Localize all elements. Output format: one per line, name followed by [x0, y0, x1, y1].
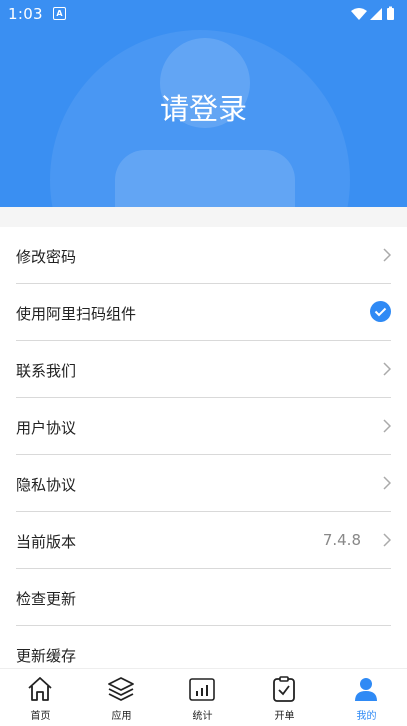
bottom-tab-bar: 首页 应用 统计 开单 我的 — [0, 668, 407, 726]
tab-home[interactable]: 首页 — [0, 669, 81, 726]
section-gap — [0, 207, 407, 227]
signal-icon — [370, 8, 382, 20]
settings-menu: 修改密码 使用阿里扫码组件 联系我们 用户协议 隐私协议 当前版本 7.4.8 — [0, 227, 407, 682]
avatar-body — [115, 150, 295, 207]
clipboard-check-icon — [270, 675, 298, 707]
ali-scan-item[interactable]: 使用阿里扫码组件 — [16, 284, 391, 341]
ali-scan-label: 使用阿里扫码组件 — [16, 305, 137, 323]
login-button[interactable]: 请登录 — [0, 86, 407, 128]
chevron-right-icon — [383, 247, 392, 266]
stats-icon — [188, 675, 216, 707]
status-time: 1:03 — [8, 5, 43, 23]
chevron-right-icon — [383, 418, 392, 437]
notification-a-icon: A — [53, 7, 66, 20]
version-value: 7.4.8 — [322, 531, 361, 549]
user-icon — [352, 675, 380, 707]
tab-apps[interactable]: 应用 — [81, 669, 162, 726]
tab-order-label: 开单 — [274, 711, 295, 722]
tab-stats[interactable]: 统计 — [162, 669, 243, 726]
tab-stats-label: 统计 — [192, 711, 213, 722]
contact-us-item[interactable]: 联系我们 — [16, 341, 392, 398]
tab-order[interactable]: 开单 — [244, 669, 325, 726]
chevron-right-icon — [383, 361, 392, 380]
wifi-icon — [351, 8, 367, 20]
check-update-item[interactable]: 检查更新 — [16, 569, 391, 626]
privacy-agreement-label: 隐私协议 — [16, 476, 77, 494]
contact-us-label: 联系我们 — [16, 362, 77, 380]
chevron-right-icon — [383, 475, 392, 494]
layers-icon — [107, 675, 135, 707]
tab-mine[interactable]: 我的 — [326, 669, 407, 726]
status-bar: 1:03 A — [0, 0, 407, 28]
change-password-item[interactable]: 修改密码 — [16, 227, 392, 284]
profile-header: 请登录 — [0, 0, 407, 207]
current-version-label: 当前版本 — [16, 533, 77, 551]
checked-icon[interactable] — [370, 301, 391, 326]
home-icon — [26, 675, 54, 707]
tab-home-label: 首页 — [30, 711, 51, 722]
user-agreement-item[interactable]: 用户协议 — [16, 398, 392, 455]
tab-mine-label: 我的 — [356, 711, 377, 722]
current-version-item[interactable]: 当前版本 7.4.8 — [16, 512, 392, 569]
tab-apps-label: 应用 — [111, 711, 132, 722]
status-icons — [351, 6, 399, 26]
update-cache-label: 更新缓存 — [16, 647, 77, 665]
battery-icon — [387, 6, 394, 20]
chevron-right-icon — [383, 532, 392, 551]
user-agreement-label: 用户协议 — [16, 419, 77, 437]
check-update-label: 检查更新 — [16, 590, 77, 608]
privacy-agreement-item[interactable]: 隐私协议 — [16, 455, 392, 512]
change-password-label: 修改密码 — [16, 248, 77, 266]
